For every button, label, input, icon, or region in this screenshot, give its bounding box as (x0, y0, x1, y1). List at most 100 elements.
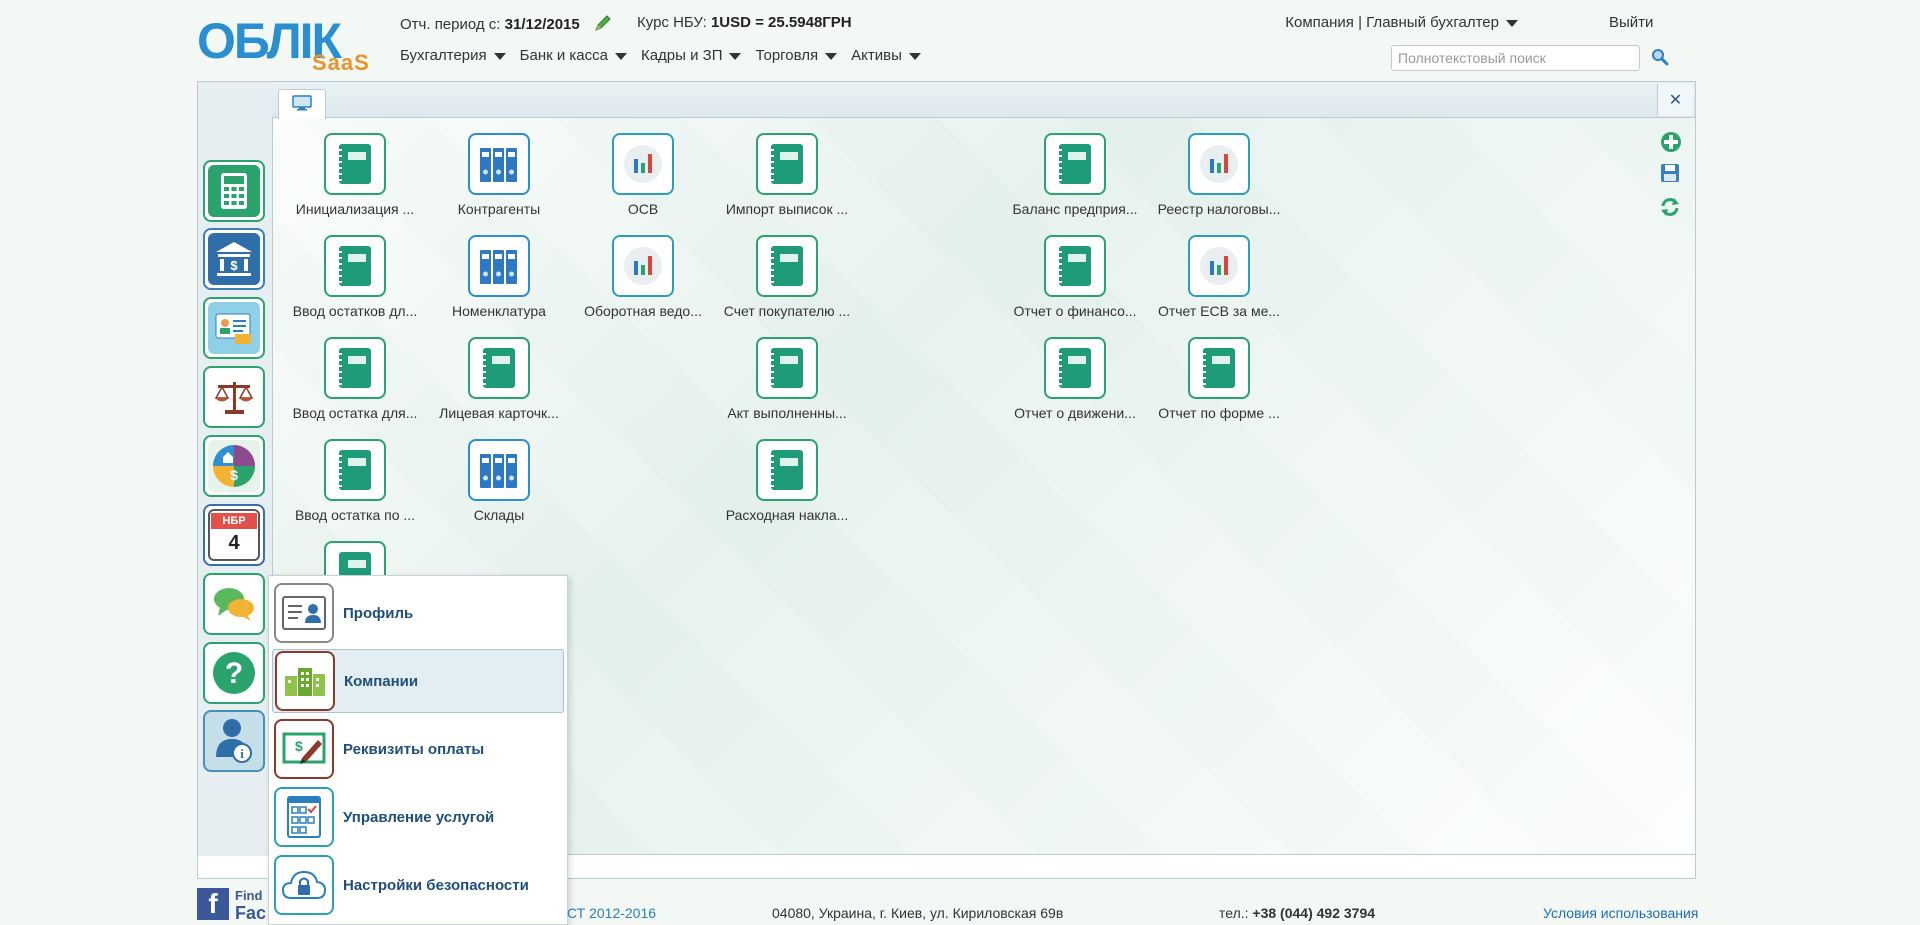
caret-down-icon (825, 52, 838, 60)
period-value: 31/12/2015 (504, 15, 580, 33)
user-menu[interactable]: Компания | Главный бухгалтер (1285, 14, 1518, 31)
desktop-shortcut[interactable]: Ввод остатков дл... (290, 235, 420, 319)
calculator-icon (208, 165, 260, 217)
desktop-shortcut[interactable]: Отчет о финансо... (1010, 235, 1140, 319)
calendar-day: 4 (228, 532, 240, 554)
popup-item-payment-details[interactable]: $ Реквизиты оплаты (272, 717, 564, 781)
copyright-text: СТ 2012-2016 (567, 905, 657, 921)
popup-item-security-settings[interactable]: Настройки безопасности (272, 853, 564, 917)
shortcut-label: Номенклатура (452, 303, 546, 319)
caret-down-icon (908, 52, 921, 60)
caret-down-icon (493, 52, 506, 60)
menu-assets[interactable]: Активы (851, 47, 921, 64)
edit-period-pencil-icon[interactable] (594, 14, 612, 36)
calendar-badge: НБР (211, 513, 257, 529)
svg-text:?: ? (225, 657, 243, 690)
ledger-icon (756, 235, 818, 297)
terms-of-use-link[interactable]: Условия использования (1543, 905, 1698, 921)
menu-accounting[interactable]: Бухгалтерия (400, 47, 506, 64)
search-icon[interactable] (1651, 48, 1669, 70)
profile-card-icon (274, 583, 334, 643)
sidebar-item-staff[interactable] (203, 297, 265, 359)
facebook-icon[interactable]: f (197, 888, 229, 920)
terms-link-text[interactable]: Условия использования (1543, 905, 1698, 921)
desktop-shortcut[interactable]: Отчет о движени... (1010, 337, 1140, 421)
chat-icon (208, 578, 260, 630)
user-info-icon: i (208, 715, 260, 767)
refresh-icon[interactable] (1660, 197, 1680, 221)
period-display: Отч. период с: 31/12/2015 (400, 14, 612, 36)
desktop-shortcut[interactable]: Инициализация ... (290, 133, 420, 217)
ledger-icon (1188, 337, 1250, 399)
bank-icon: $ (208, 233, 260, 285)
facebook-link[interactable]: Find Fac (235, 888, 266, 922)
shortcut-label: Лицевая карточк... (439, 405, 559, 421)
desktop-shortcut[interactable]: Реестр налоговы... (1154, 133, 1284, 217)
desktop-shortcut[interactable]: Ввод остатка для... (290, 337, 420, 421)
buildings-icon (275, 651, 335, 711)
shortcut-label: Отчет ЕСВ за ме... (1157, 303, 1281, 319)
desktop-shortcut[interactable]: Лицевая карточк... (434, 337, 564, 421)
popup-item-label: Компании (344, 672, 419, 690)
ledger-icon (324, 133, 386, 195)
logout-link[interactable]: Выйти (1609, 14, 1653, 31)
sidebar-item-calendar[interactable]: НБР 4 (203, 504, 265, 566)
sidebar-item-scales[interactable] (203, 366, 265, 428)
desktop-shortcut[interactable]: Склады (434, 439, 564, 523)
ledger-icon (756, 439, 818, 501)
shortcut-label: Ввод остатка для... (292, 405, 418, 421)
popup-item-label: Управление услугой (343, 808, 495, 826)
desktop-shortcut[interactable]: Оборотная ведо... (578, 235, 708, 319)
ledger-icon (468, 337, 530, 399)
desktop-shortcut[interactable]: Импорт выписок ... (722, 133, 852, 217)
desktop-shortcut[interactable]: Баланс предприя... (1010, 133, 1140, 217)
desktop-shortcut[interactable]: Акт выполненны... (722, 337, 852, 421)
sidebar-item-user[interactable]: i (203, 710, 265, 772)
shortcut-label: Счет покупателю ... (723, 303, 851, 319)
popup-item-label: Реквизиты оплаты (343, 740, 485, 758)
desktop-shortcut[interactable]: Отчет ЕСВ за ме... (1154, 235, 1284, 319)
exchange-rate: Курс НБУ: 1USD = 25.5948ГРН (637, 14, 852, 31)
sidebar-item-help[interactable]: ? (203, 642, 265, 704)
sidebar-item-calculator[interactable] (203, 160, 265, 222)
menu-bank-cash[interactable]: Банк и касса (520, 47, 627, 64)
shortcut-label: Расходная накла... (725, 507, 849, 523)
desktop-shortcut[interactable]: Расходная накла... (722, 439, 852, 523)
desktop-shortcut[interactable]: Контрагенты (434, 133, 564, 217)
shortcut-label: ОСВ (627, 201, 659, 217)
desktop-shortcut[interactable]: Ввод остатка по ... (290, 439, 420, 523)
shortcut-label: Контрагенты (457, 201, 541, 217)
save-icon[interactable] (1660, 163, 1680, 187)
logo-sub-text: SaaS (312, 50, 370, 75)
ledger-icon (756, 337, 818, 399)
binders-icon (468, 439, 530, 501)
desktop-shortcut[interactable]: Счет покупателю ... (722, 235, 852, 319)
tab-desktop[interactable] (278, 89, 326, 119)
phone-block: тел.: +38 (044) 492 3794 (1219, 905, 1375, 921)
popup-item-service-management[interactable]: Управление услугой (272, 785, 564, 849)
assets-icon: $ (208, 440, 260, 492)
rate-label: Курс НБУ: (637, 14, 707, 31)
sidebar-item-chat[interactable] (203, 573, 265, 635)
popup-item-profile[interactable]: Профиль (272, 581, 564, 645)
main-menu: Бухгалтерия Банк и касса Кадры и ЗП Торг… (400, 47, 935, 64)
app-logo[interactable]: ОБЛІК SaaS (197, 13, 377, 78)
shortcut-label: Отчет о финансо... (1013, 303, 1137, 319)
desktop-shortcut[interactable]: Отчет по форме ... (1154, 337, 1284, 421)
desktop-shortcut[interactable]: ОСВ (578, 133, 708, 217)
desktop-shortcut[interactable]: Номенклатура (434, 235, 564, 319)
shortcut-label: Импорт выписок ... (725, 201, 849, 217)
search-input[interactable] (1391, 45, 1640, 71)
menu-label: Торговля (755, 47, 819, 64)
sidebar-item-assets[interactable]: $ (203, 435, 265, 497)
close-tab-button[interactable]: ✕ (1657, 84, 1693, 116)
menu-trade[interactable]: Торговля (755, 47, 838, 64)
shortcut-label: Отчет по форме ... (1158, 405, 1280, 421)
sidebar-item-bank[interactable]: $ (203, 228, 265, 290)
add-icon[interactable] (1660, 131, 1682, 157)
menu-hr-salary[interactable]: Кадры и ЗП (641, 47, 742, 64)
shortcut-label: Баланс предприя... (1012, 201, 1138, 217)
phone-number: +38 (044) 492 3794 (1252, 905, 1376, 921)
popup-item-companies[interactable]: Компании (272, 649, 564, 713)
shortcut-label: Реестр налоговы... (1157, 201, 1281, 217)
